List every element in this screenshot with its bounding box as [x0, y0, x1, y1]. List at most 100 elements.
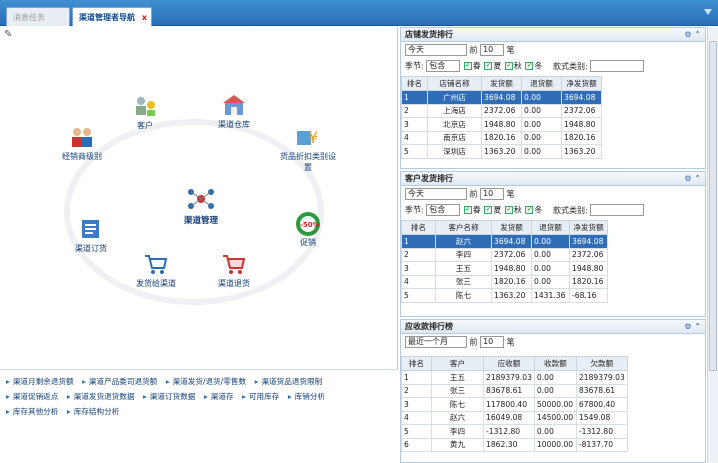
node-ship-to-channel[interactable]: 发货给渠道 [128, 252, 184, 289]
report-link[interactable]: 库存结构分析 [67, 406, 120, 417]
table-row[interactable]: 2 李四 2372.06 0.00 2372.06 [401, 247, 701, 262]
report-link[interactable]: 库销分析 [288, 391, 325, 402]
period-select[interactable]: 今天 [405, 188, 467, 200]
table-row[interactable]: 2 张三 83678.61 0.00 83678.61 [401, 383, 701, 398]
checkbox-winter[interactable]: ✓ [525, 62, 534, 70]
cell: -1312.80 [575, 424, 628, 439]
table-row[interactable]: 4 张三 1820.16 0.00 1820.16 [401, 274, 701, 289]
checkbox-autumn[interactable]: ✓ [504, 62, 513, 70]
checkbox-summer[interactable]: ✓ [484, 62, 493, 70]
cell: 1 [401, 370, 432, 385]
checkbox-summer[interactable]: ✓ [484, 206, 493, 214]
checkbox-autumn[interactable]: ✓ [504, 206, 513, 214]
period-select[interactable]: 最近一个月 [405, 336, 467, 348]
cell: 14500.00 [533, 410, 577, 425]
season-mode-select[interactable]: 包含 [426, 204, 461, 216]
topn-input[interactable]: 10 [480, 44, 505, 56]
checkbox-spring[interactable]: ✓ [463, 206, 472, 214]
cell: 3694.08 [561, 90, 602, 105]
report-link[interactable]: 渠道月剩余退货额 [6, 376, 74, 387]
cell: -1312.80 [483, 424, 535, 439]
table-row[interactable]: 3 王五 1948.80 0.00 1948.80 [401, 261, 701, 276]
node-channel-return[interactable]: 渠道退货 [206, 252, 262, 289]
svg-text:¥: ¥ [308, 128, 318, 147]
edit-icon[interactable]: ✎ [4, 30, 14, 40]
cell: 1 [401, 90, 428, 105]
close-icon[interactable]: x [142, 8, 147, 27]
cell: 0.00 [521, 117, 562, 132]
report-link[interactable]: 渠道产品委司退货额 [82, 376, 157, 387]
tab-messages[interactable]: 消息任务 [6, 7, 70, 26]
table-row[interactable]: 1 赵六 3694.08 0.00 3694.08 [401, 234, 701, 249]
table-row[interactable]: 4 南京店 1820.16 0.00 1820.16 [401, 130, 701, 145]
collapse-icon[interactable]: ⚙ ⌃ [684, 172, 701, 186]
tab-channel-nav[interactable]: 渠道管理者导航 x [72, 7, 152, 26]
season-name: 夏 [493, 61, 502, 71]
table-row[interactable]: 3 陈七 117800.40 50000.00 67800.40 [401, 397, 701, 412]
cell: 5 [401, 288, 436, 303]
col-header: 排名 [401, 76, 428, 91]
cell: -8137.70 [575, 437, 628, 452]
table-row[interactable]: 5 李四 -1312.80 0.00 -1312.80 [401, 424, 701, 439]
unit-label: 笔 [506, 189, 515, 199]
table-row[interactable]: 3 北京店 1948.80 0.00 1948.80 [401, 117, 701, 132]
report-link[interactable]: 渠道发货退货数据 [67, 391, 135, 402]
report-link[interactable]: 可用库存 [242, 391, 279, 402]
report-link[interactable]: 渠道发货/退货/零售数 [166, 376, 246, 387]
table-row[interactable]: 5 深圳店 1363.20 0.00 1363.20 [401, 144, 701, 159]
collapse-icon[interactable]: ⚙ ⌃ [684, 28, 701, 42]
table-row[interactable]: 5 陈七 1363.20 1431.36 -68.16 [401, 288, 701, 303]
table-row[interactable]: 1 王五 2189379.03 0.00 2189379.03 [401, 370, 701, 385]
cell: 4 [401, 274, 436, 289]
cell: 4 [401, 130, 428, 145]
report-link[interactable]: 库存其他分析 [6, 406, 59, 417]
node-dealer-level[interactable]: 经销商级别 [54, 125, 110, 162]
cell: 10000.00 [533, 437, 577, 452]
table-row[interactable]: 2 上海店 2372.06 0.00 2372.06 [401, 103, 701, 118]
node-channel-management[interactable]: 渠道管理 [166, 187, 236, 226]
node-warehouse[interactable]: 渠道仓库 [206, 93, 262, 130]
vertical-scrollbar[interactable] [707, 27, 718, 463]
season-mode-select[interactable]: 包含 [426, 60, 461, 72]
cell: 50000.00 [533, 397, 577, 412]
node-discount-category[interactable]: ¥ 货品折扣类别设置 [280, 125, 336, 173]
scrollbar-thumb[interactable] [709, 41, 717, 371]
col-header: 客户名称 [435, 220, 492, 235]
table-row[interactable]: 4 赵六 16049.08 14500.00 1549.08 [401, 410, 701, 425]
checkbox-winter[interactable]: ✓ [525, 206, 534, 214]
cell: 李四 [435, 247, 492, 262]
front-label: 前 [469, 189, 478, 199]
front-label: 前 [469, 45, 478, 55]
report-link[interactable]: 渠道订货数据 [143, 391, 196, 402]
season-name: 春 [472, 61, 481, 71]
topn-input[interactable]: 10 [480, 336, 505, 348]
node-customer[interactable]: 客户 [117, 94, 173, 131]
period-select[interactable]: 今天 [405, 44, 467, 56]
report-links: 渠道月剩余退货额 渠道产品委司退货额 渠道发货/退货/零售数 渠道货品退货限制 … [0, 369, 398, 463]
style-label: 款式类别: [552, 61, 588, 71]
report-link[interactable]: 渠道货品退货限制 [255, 376, 322, 387]
style-input[interactable] [590, 204, 645, 216]
report-link[interactable]: 渠道促销返点 [6, 391, 59, 402]
col-header: 退货额 [531, 220, 570, 235]
table-row[interactable]: 6 黄九 1862.30 10000.00 -8137.70 [401, 437, 701, 452]
report-link[interactable]: 渠道存 [204, 391, 234, 402]
checkbox-spring[interactable]: ✓ [463, 62, 472, 70]
season-row: 季节: 包含 ✓ 春 ✓ 夏 ✓ 秋 ✓ 冬 款式类别: [401, 58, 705, 74]
people-icon [69, 125, 95, 149]
table-row[interactable]: 1 广州店 3694.08 0.00 3694.08 [401, 90, 701, 105]
dropdown-icon[interactable] [704, 9, 712, 17]
topn-input[interactable]: 10 [480, 188, 505, 200]
cell: 2189379.03 [483, 370, 535, 385]
collapse-icon[interactable]: ⚙ ⌃ [684, 320, 701, 334]
col-header: 净发货额 [561, 76, 602, 91]
cell: 0.00 [531, 247, 570, 262]
cell: 5 [401, 144, 428, 159]
style-input[interactable] [590, 60, 645, 72]
node-promotion[interactable]: -50% 促销 [280, 211, 336, 248]
node-channel-order[interactable]: 渠道订货 [63, 217, 119, 254]
cell: 王五 [435, 261, 492, 276]
cell: 3 [401, 397, 432, 412]
store-ranking-panel: 店铺发货排行 ⚙ ⌃ 今天 前 10 笔 季节: 包含 ✓ 春 ✓ 夏 ✓ 秋 ✓ 冬 款… [400, 27, 706, 169]
cell: 赵六 [431, 410, 484, 425]
